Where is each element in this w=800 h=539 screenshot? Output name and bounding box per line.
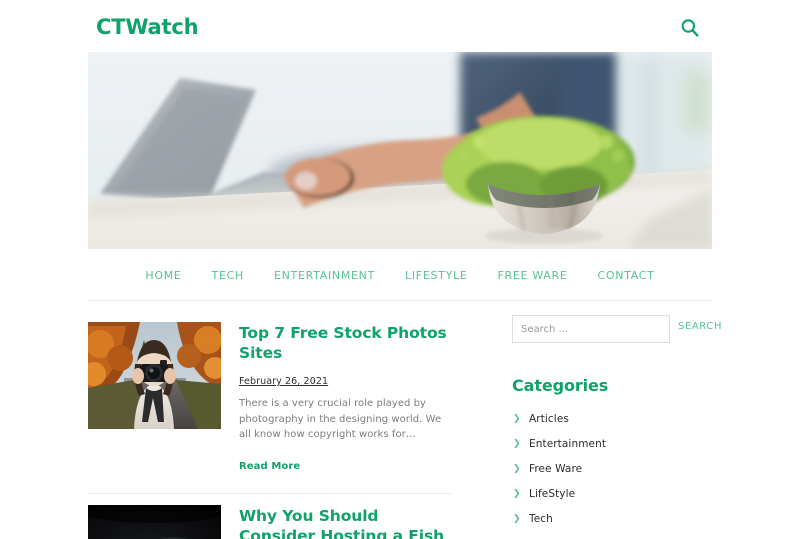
post-item: Why You Should Consider Hosting a Fish a… [88, 494, 452, 539]
search-button[interactable]: SEARCH [678, 321, 722, 332]
category-item-articles[interactable]: ❯ Articles [512, 407, 712, 432]
post-excerpt: There is a very crucial role played by p… [239, 398, 442, 440]
chevron-right-icon: ❯ [513, 414, 521, 424]
post-thumbnail[interactable] [88, 504, 221, 539]
category-label: Entertainment [529, 438, 607, 450]
categories-title: Categories [512, 376, 609, 395]
category-item-free-ware[interactable]: ❯ Free Ware [512, 457, 712, 482]
search-input[interactable] [512, 315, 670, 343]
nav-item-contact[interactable]: CONTACT [598, 269, 655, 282]
chevron-right-icon: ❯ [513, 514, 521, 524]
page-root: CTWatch HOME TECH ENTERTAINMENT LIFESTYL… [0, 0, 800, 539]
chevron-right-icon: ❯ [513, 439, 521, 449]
nav-divider [88, 300, 712, 301]
post-title[interactable]: Why You Should Consider Hosting a Fish a… [239, 506, 452, 539]
site-logo[interactable]: CTWatch [96, 14, 199, 40]
nav-item-entertainment[interactable]: ENTERTAINMENT [274, 269, 375, 282]
post-title[interactable]: Top 7 Free Stock Photos Sites [239, 323, 452, 363]
category-item-tech[interactable]: ❯ Tech [512, 507, 712, 532]
main-navigation[interactable]: HOME TECH ENTERTAINMENT LIFESTYLE FREE W… [88, 258, 712, 293]
post-body: Top 7 Free Stock Photos Sites February 2… [239, 322, 452, 473]
post-list: Top 7 Free Stock Photos Sites February 2… [88, 311, 452, 539]
nav-item-lifestyle[interactable]: LIFESTYLE [405, 269, 467, 282]
post-body: Why You Should Consider Hosting a Fish a… [239, 505, 452, 539]
category-label: Articles [529, 413, 569, 425]
category-label: LifeStyle [529, 488, 576, 500]
categories-list: ❯ Articles ❯ Entertainment ❯ Free Ware ❯… [512, 407, 712, 532]
nav-item-free-ware[interactable]: FREE WARE [497, 269, 567, 282]
post-thumbnail[interactable] [88, 322, 221, 429]
chevron-right-icon: ❯ [513, 489, 521, 499]
chevron-right-icon: ❯ [513, 464, 521, 474]
category-label: Free Ware [529, 463, 583, 475]
post-item: Top 7 Free Stock Photos Sites February 2… [88, 311, 452, 473]
site-header: CTWatch [0, 0, 800, 52]
category-item-entertainment[interactable]: ❯ Entertainment [512, 432, 712, 457]
search-widget: SEARCH [512, 311, 721, 355]
search-icon[interactable] [679, 17, 701, 39]
category-label: Tech [529, 513, 553, 525]
sidebar: SEARCH Categories ❯ Articles ❯ Entertain… [512, 311, 721, 532]
post-date[interactable]: February 26, 2021 [239, 376, 328, 387]
hero-image [88, 52, 712, 249]
nav-item-tech[interactable]: TECH [212, 269, 244, 282]
nav-item-home[interactable]: HOME [145, 269, 181, 282]
category-item-lifestyle[interactable]: ❯ LifeStyle [512, 482, 712, 507]
read-more-link[interactable]: Read More [239, 461, 300, 472]
